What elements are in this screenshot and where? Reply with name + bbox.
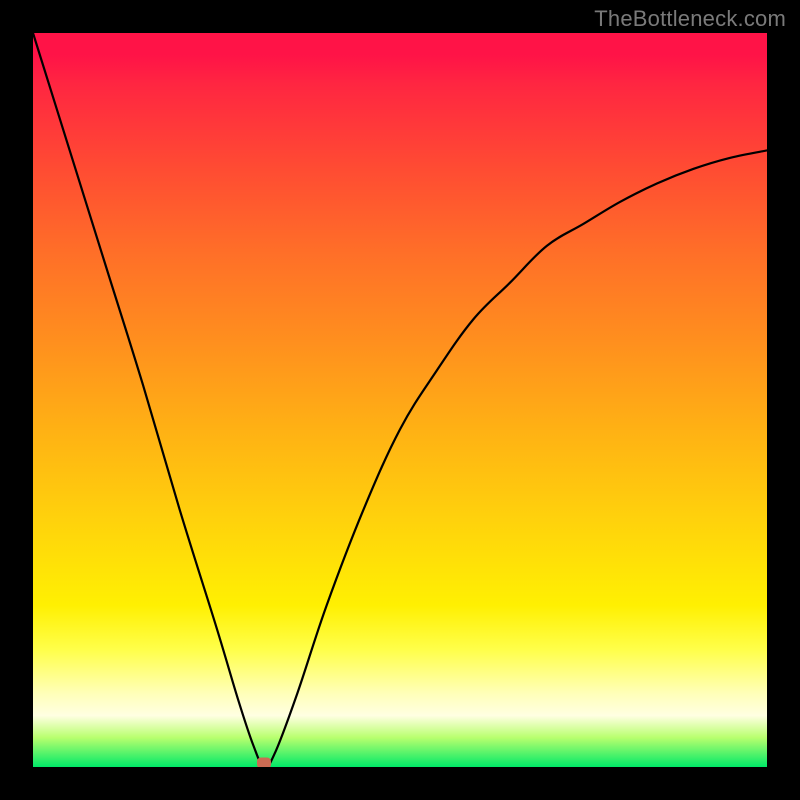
curve-layer	[33, 33, 767, 767]
bottleneck-curve	[33, 33, 767, 767]
plot-area	[33, 33, 767, 767]
optimum-marker	[257, 758, 271, 767]
chart-frame: TheBottleneck.com	[0, 0, 800, 800]
watermark-text: TheBottleneck.com	[594, 6, 786, 32]
